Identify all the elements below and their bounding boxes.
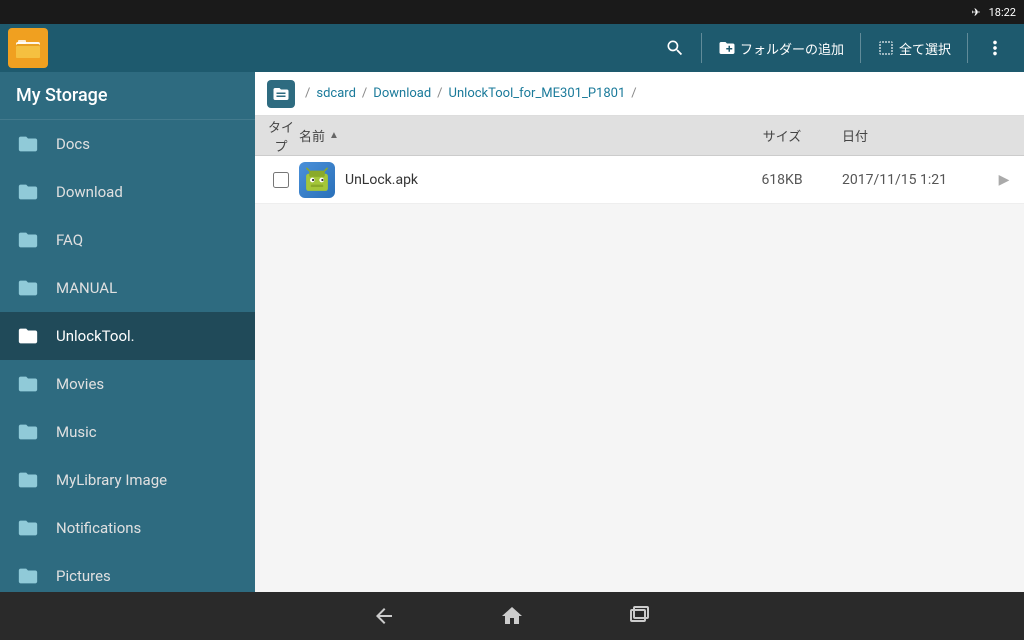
- folder-icon: [16, 132, 40, 156]
- divider-3: [967, 33, 968, 63]
- airplane-icon: ✈: [971, 6, 980, 19]
- sidebar-item-download-label: Download: [56, 183, 123, 201]
- sidebar-item-unlocktool-label: UnlockTool.: [56, 327, 135, 345]
- column-date: 日付: [842, 126, 992, 145]
- sidebar-item-docs[interactable]: Docs: [0, 120, 255, 168]
- folder-icon: [16, 276, 40, 300]
- sidebar-item-manual-label: MANUAL: [56, 279, 117, 297]
- sidebar-item-mylibrary[interactable]: MyLibrary Image: [0, 456, 255, 504]
- folder-icon: [16, 324, 40, 348]
- breadcrumb-download[interactable]: Download: [373, 86, 431, 101]
- divider-2: [860, 33, 861, 63]
- sidebar-item-faq[interactable]: FAQ: [0, 216, 255, 264]
- sidebar-item-notifications-label: Notifications: [56, 519, 141, 537]
- toolbar: フォルダーの追加 全て選択: [0, 24, 1024, 72]
- file-date: 2017/11/15 1:21: [842, 172, 992, 188]
- file-name-cell: UnLock.apk: [299, 162, 722, 198]
- file-browser: / sdcard / Download / UnlockTool_for_ME3…: [255, 72, 1024, 592]
- folder-icon: [16, 564, 40, 588]
- select-all-label: 全て選択: [899, 39, 951, 58]
- recent-apps-button[interactable]: [616, 596, 664, 636]
- main-area: My Storage Docs Download FAQ MANUAL: [0, 72, 1024, 592]
- sidebar-item-notifications[interactable]: Notifications: [0, 504, 255, 552]
- column-name-label: 名前: [299, 126, 325, 145]
- breadcrumb-sep-3: /: [631, 86, 636, 101]
- breadcrumb-unlocktool[interactable]: UnlockTool_for_ME301_P1801: [449, 86, 626, 101]
- sidebar-item-movies-label: Movies: [56, 375, 104, 393]
- sidebar-item-faq-label: FAQ: [56, 231, 83, 249]
- folder-icon: [16, 372, 40, 396]
- breadcrumb-sep-0: /: [305, 86, 310, 101]
- sidebar-item-music[interactable]: Music: [0, 408, 255, 456]
- file-table: タイプ 名前 ▲ サイズ 日付: [255, 116, 1024, 592]
- folder-icon: [16, 420, 40, 444]
- folder-icon: [16, 180, 40, 204]
- status-bar: ✈ 18:22: [0, 0, 1024, 24]
- status-time: 18:22: [989, 6, 1016, 19]
- file-size: 618KB: [722, 172, 842, 188]
- sidebar-item-pictures[interactable]: Pictures: [0, 552, 255, 592]
- folder-icon: [16, 516, 40, 540]
- sort-asc-icon: ▲: [329, 130, 339, 141]
- sidebar-item-pictures-label: Pictures: [56, 567, 111, 585]
- search-button[interactable]: [655, 28, 695, 68]
- back-button[interactable]: [360, 596, 408, 636]
- nav-bar: [0, 592, 1024, 640]
- select-all-button[interactable]: 全て選択: [867, 28, 961, 68]
- menu-button[interactable]: [974, 28, 1016, 68]
- sidebar-item-mylibrary-label: MyLibrary Image: [56, 471, 167, 489]
- breadcrumb: / sdcard / Download / UnlockTool_for_ME3…: [255, 72, 1024, 116]
- breadcrumb-icon[interactable]: [267, 80, 295, 108]
- breadcrumb-sep-2: /: [437, 86, 442, 101]
- table-row[interactable]: UnLock.apk 618KB 2017/11/15 1:21 ▶: [255, 156, 1024, 204]
- apk-file-icon: [299, 162, 335, 198]
- folder-icon: [16, 468, 40, 492]
- sidebar-item-docs-label: Docs: [56, 135, 90, 153]
- sidebar-item-movies[interactable]: Movies: [0, 360, 255, 408]
- divider-1: [701, 33, 702, 63]
- sidebar-item-manual[interactable]: MANUAL: [0, 264, 255, 312]
- column-type: タイプ: [263, 117, 299, 155]
- sidebar-item-music-label: Music: [56, 423, 97, 441]
- sidebar-title: My Storage: [0, 72, 255, 120]
- sidebar-item-unlocktool[interactable]: UnlockTool.: [0, 312, 255, 360]
- row-arrow-icon: ▶: [992, 172, 1016, 188]
- add-folder-button[interactable]: フォルダーの追加: [708, 28, 854, 68]
- sidebar-item-download[interactable]: Download: [0, 168, 255, 216]
- row-checkbox[interactable]: [273, 172, 289, 188]
- row-checkbox-cell[interactable]: [263, 172, 299, 188]
- table-header: タイプ 名前 ▲ サイズ 日付: [255, 116, 1024, 156]
- folder-icon: [16, 228, 40, 252]
- add-folder-label: フォルダーの追加: [740, 39, 844, 58]
- file-name: UnLock.apk: [345, 172, 418, 188]
- home-button[interactable]: [488, 596, 536, 636]
- app-icon: [8, 28, 48, 68]
- breadcrumb-sep-1: /: [362, 86, 367, 101]
- breadcrumb-sdcard[interactable]: sdcard: [316, 86, 356, 101]
- column-size: サイズ: [722, 126, 842, 145]
- sidebar: My Storage Docs Download FAQ MANUAL: [0, 72, 255, 592]
- column-name[interactable]: 名前 ▲: [299, 126, 722, 145]
